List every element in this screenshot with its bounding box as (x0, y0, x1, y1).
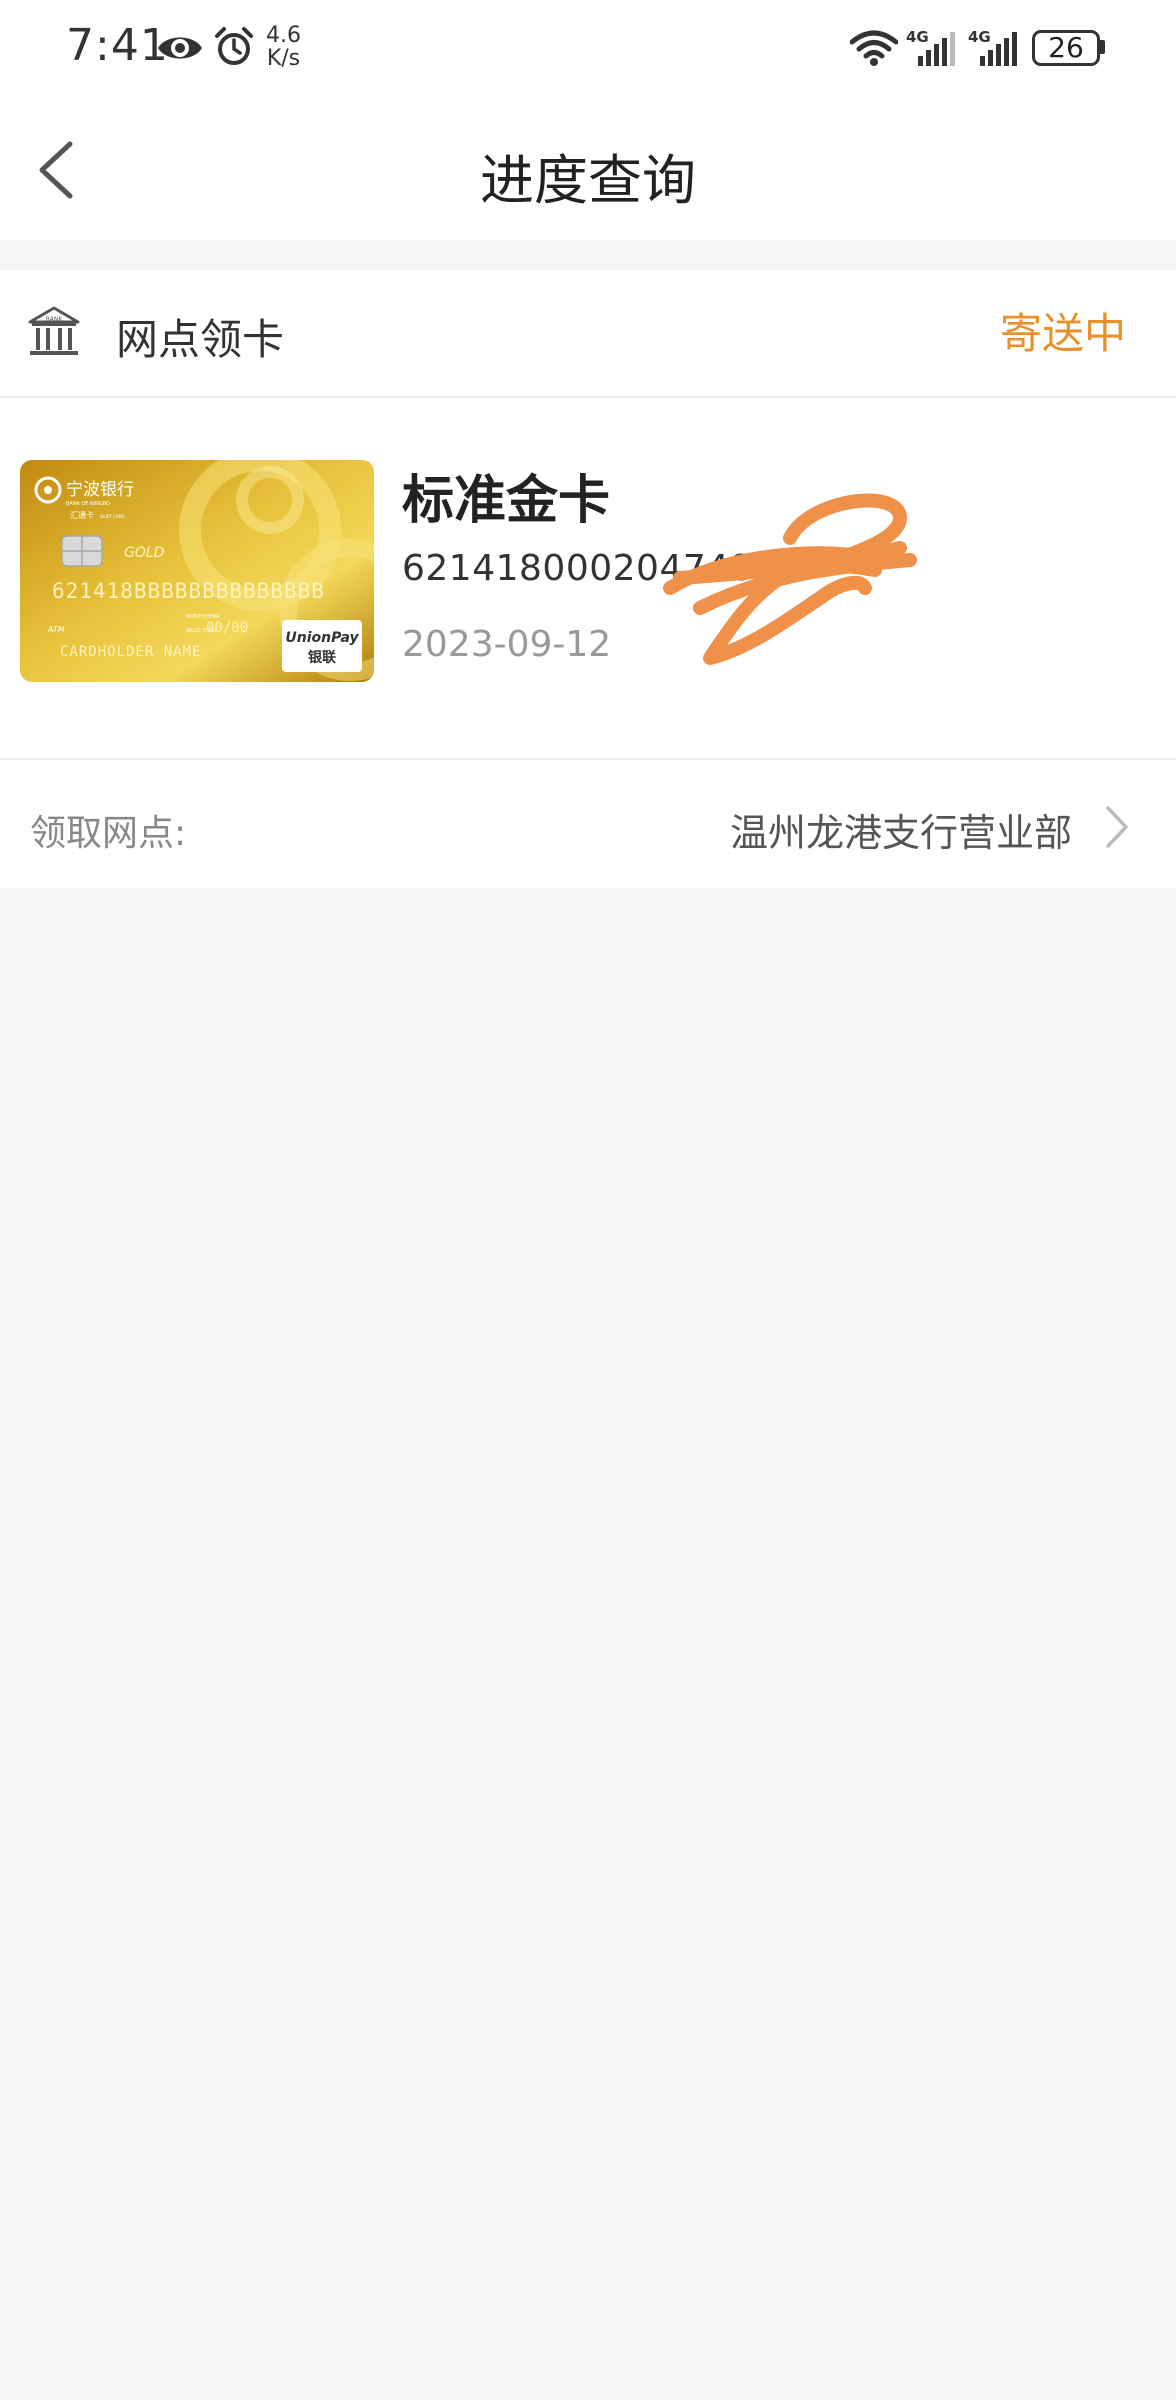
chip-icon (61, 535, 103, 567)
card-product-name: 标准金卡 (402, 471, 611, 531)
card-type: 汇通卡 (70, 510, 94, 520)
branch-label: 领取网点: (30, 813, 187, 854)
card-bank-name: 宁波银行 (66, 480, 134, 500)
signal-label: 4G (968, 28, 991, 46)
card-tier: GOLD (124, 545, 165, 561)
eye-icon (158, 37, 202, 59)
card-number-placeholder: 621418BBBBBBBBBBBBBB (52, 579, 325, 603)
net-speed-value: 4.6 (266, 23, 301, 48)
page-title: 进度查询 (480, 149, 696, 212)
card-bank-name-en: BANK OF NINGBO (66, 501, 110, 507)
card-network-cn: 银联 (308, 649, 337, 666)
battery-indicator: 26 (1032, 30, 1100, 66)
net-speed: 4.6 K/s (266, 24, 301, 70)
pickup-mode-row: BANK 网点领卡 寄送中 (0, 270, 1176, 396)
bank-icon: BANK (28, 306, 80, 355)
card-image: 宁波银行 BANK OF NINGBO 汇通卡 DEBIT CARD GOLD … (20, 460, 374, 682)
alarm-icon (215, 27, 253, 65)
card-holder: CARDHOLDER NAME (60, 644, 201, 660)
unionpay-logo-icon: UnionPay 银联 (282, 620, 362, 672)
battery-level: 26 (1048, 31, 1084, 64)
nav-bar: 进度查询 (0, 100, 1176, 240)
wifi-icon (850, 30, 898, 66)
signal-icon: 4G (906, 28, 955, 66)
status-badge: 寄送中 (999, 309, 1126, 358)
apply-date: 2023-09-12 (402, 624, 612, 665)
pickup-mode-label: 网点领卡 (116, 315, 285, 364)
svg-text:BANK: BANK (46, 316, 64, 323)
redaction-scribble (663, 493, 917, 665)
signal-label: 4G (906, 28, 929, 46)
battery-tip (1100, 40, 1105, 54)
branch-value: 温州龙港支行营业部 (729, 811, 1072, 855)
divider (0, 396, 1176, 398)
card-network: UnionPay (285, 630, 359, 646)
signal-icon: 4G (968, 28, 1017, 66)
status-time: 7:41 (66, 20, 169, 71)
chevron-right-icon[interactable] (1102, 804, 1132, 850)
card-expiry: 00/00 (206, 620, 248, 636)
card-panel: BANK 网点领卡 寄送中 宁波银行 BANK OF NINGBO 汇通卡 DE… (0, 270, 1176, 888)
card-type-en: DEBIT CARD (100, 514, 125, 519)
status-bar: 7:41 4.6 K/s 4G 4G 26 (0, 0, 1176, 100)
net-speed-unit: K/s (266, 46, 301, 71)
card-atm: ATM (47, 625, 65, 634)
branch-row[interactable]: 领取网点: 温州龙港支行营业部 (0, 760, 1176, 888)
